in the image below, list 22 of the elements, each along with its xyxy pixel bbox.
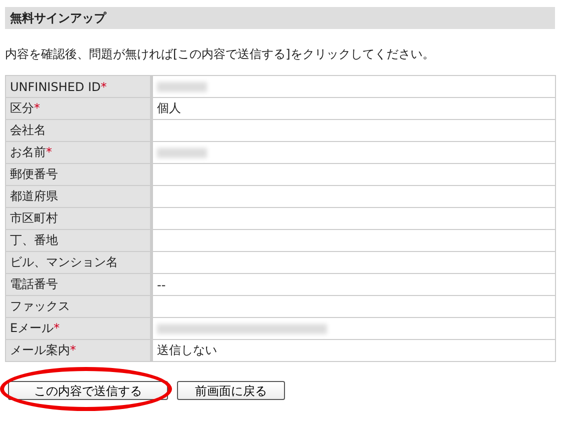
field-value: 送信しない <box>157 343 217 357</box>
blurred-value <box>157 82 207 92</box>
field-label: UNFINISHED ID* <box>6 76 152 98</box>
field-label: Eメール* <box>6 318 152 340</box>
field-label: メール案内* <box>6 340 152 362</box>
section-heading: 無料サインアップ <box>5 7 555 29</box>
field-label: ビル、マンション名 <box>6 252 152 274</box>
instruction-text: 内容を確認後、問題が無ければ[この内容で送信する]をクリックしてください。 <box>5 46 436 63</box>
form-button[interactable]: 前画面に戻る <box>177 381 285 400</box>
field-value: 個人 <box>157 101 181 115</box>
form-button[interactable]: この内容で送信する <box>8 381 168 400</box>
field-label: 区分* <box>6 98 152 120</box>
field-value: -- <box>157 278 166 292</box>
field-label: 郵便番号 <box>6 164 152 186</box>
field-label: 都道府県 <box>6 186 152 208</box>
field-label: ファックス <box>6 296 152 318</box>
field-label: 市区町村 <box>6 208 152 230</box>
field-label: 会社名 <box>6 120 152 142</box>
blurred-value <box>157 148 207 158</box>
field-label: お名前* <box>6 142 152 164</box>
field-label: 電話番号 <box>6 274 152 296</box>
field-label: 丁、番地 <box>6 230 152 252</box>
